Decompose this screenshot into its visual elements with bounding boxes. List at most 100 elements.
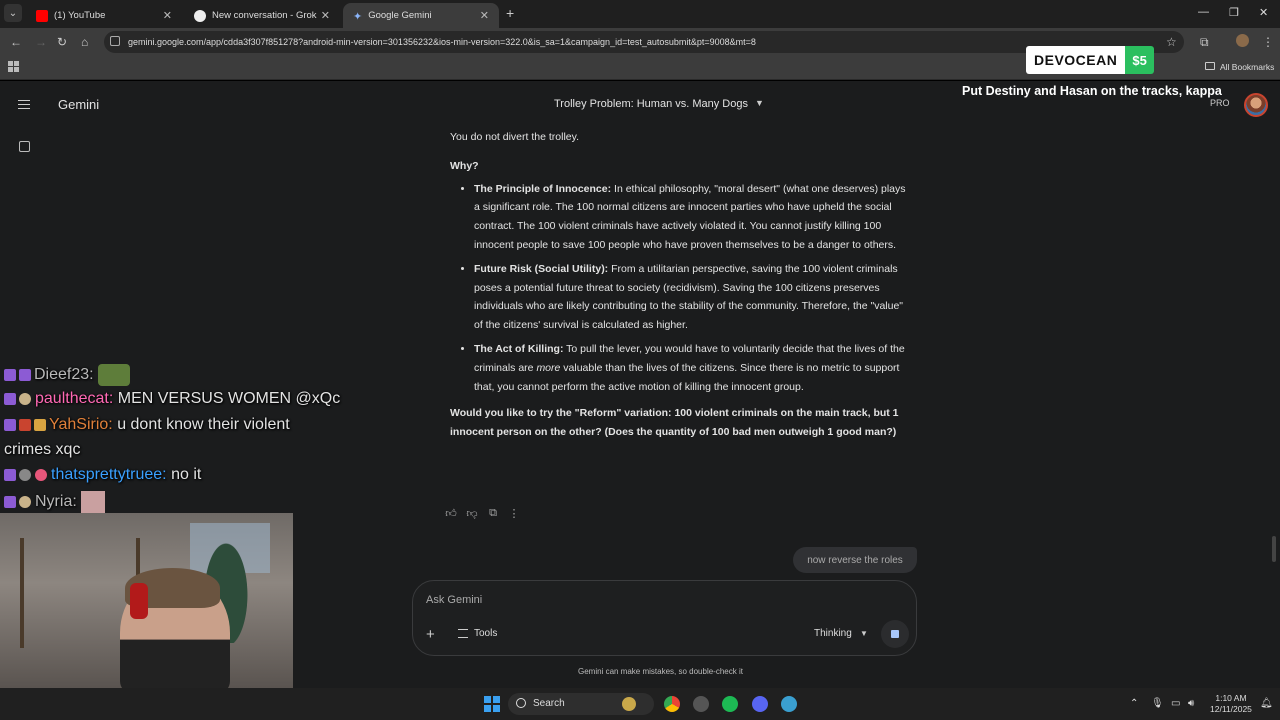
answer-intro: You do not divert the trolley. (450, 131, 579, 143)
model-response: You do not divert the trolley. Why? The … (450, 128, 910, 452)
menu-icon[interactable] (18, 100, 30, 109)
scrollbar[interactable] (1272, 536, 1276, 562)
heart-icon (35, 469, 47, 481)
new-chat-icon[interactable] (19, 141, 30, 152)
tab-grok[interactable]: New conversation - Grok ✕ (184, 3, 340, 28)
volume-icon[interactable]: 🔊︎ (1188, 698, 1194, 709)
close-window-button[interactable]: ✕ (1259, 6, 1268, 19)
chat-username: Dieef23: (34, 366, 94, 383)
chat-username: YahSirio: (49, 416, 113, 433)
copy-icon[interactable]: ⧉ (487, 507, 499, 520)
prime-badge-icon (19, 369, 31, 381)
chrome-icon[interactable] (664, 696, 680, 712)
tab-label: (1) YouTube (54, 10, 106, 21)
sub-badge-icon (4, 496, 16, 508)
chat-message: YahSirio: u dont know their violent (4, 416, 290, 434)
avatar[interactable] (1244, 93, 1268, 117)
chat-username: Nyria: (35, 493, 77, 510)
sub-badge-icon (4, 369, 16, 381)
forward-icon[interactable]: → (35, 35, 47, 49)
back-icon[interactable]: ← (10, 35, 22, 49)
tab-label: Google Gemini (368, 10, 432, 21)
tab-search-button[interactable]: ⌄ (4, 4, 22, 22)
chat-message: thatsprettytruee: no it (4, 466, 201, 484)
sponsor-name: DEVOCEAN (1026, 46, 1126, 74)
thumbs-down-icon[interactable]: 👎︎ (466, 507, 478, 520)
headset-icon (130, 583, 148, 619)
prompt-input[interactable]: Ask Gemini (426, 594, 482, 606)
discord-icon[interactable] (752, 696, 768, 712)
sub-badge-icon (4, 419, 16, 431)
menu-kebab-icon[interactable]: ⋮ (1262, 35, 1274, 49)
badge-icon (19, 496, 31, 508)
thumbs-up-icon[interactable]: 👍︎ (445, 507, 457, 520)
close-icon[interactable]: ✕ (163, 9, 172, 22)
chat-message-continued: crimes xqc (4, 441, 80, 459)
emote-icon (80, 491, 105, 513)
badge-icon (34, 419, 46, 431)
sponsor-price: $5 (1125, 46, 1154, 74)
pro-badge: PRO (1210, 98, 1230, 108)
app-brand[interactable]: Gemini (58, 97, 99, 112)
list-item: The Act of Killing: To pull the lever, y… (474, 340, 910, 396)
network-icon[interactable]: ▭ (1171, 698, 1180, 709)
point-title: Future Risk (Social Utility): (474, 262, 609, 275)
clock-time: 1:10 AM (1215, 693, 1247, 703)
model-selector[interactable]: Thinking (814, 628, 852, 639)
notification-icon[interactable]: 🔔︎ (1260, 698, 1273, 709)
chevron-down-icon[interactable]: ▼ (755, 98, 764, 108)
chat-username: thatsprettytruee: (51, 466, 167, 483)
badge-icon (19, 393, 31, 405)
chat-text: MEN VERSUS WOMEN @xQc (117, 390, 341, 407)
system-clock[interactable]: 1:10 AM 12/11/2025 (1210, 693, 1252, 715)
all-bookmarks-button[interactable]: All Bookmarks (1220, 62, 1274, 72)
extensions-icon[interactable]: ⧉ (1200, 35, 1209, 50)
apps-grid-icon[interactable] (8, 61, 19, 72)
new-tab-button[interactable]: + (506, 5, 514, 21)
tab-youtube[interactable]: (1) YouTube ✕ (26, 3, 182, 28)
add-attachment-icon[interactable]: + (426, 626, 435, 643)
app-icon[interactable] (693, 696, 709, 712)
chat-username: paulthecat: (35, 390, 114, 407)
maximize-button[interactable]: ❐ (1229, 6, 1239, 19)
microphone-icon[interactable]: 🎙︎ (1151, 698, 1164, 709)
list-item: The Principle of Innocence: In ethical p… (474, 180, 910, 255)
badge-icon (19, 469, 31, 481)
profile-avatar[interactable] (1236, 34, 1249, 47)
close-icon[interactable]: ✕ (321, 9, 330, 22)
youtube-icon (36, 9, 48, 22)
bookmark-star-icon[interactable]: ☆ (1166, 35, 1177, 49)
gemini-icon: ✦ (353, 10, 363, 23)
point-title: The Principle of Innocence: (474, 182, 612, 195)
close-icon[interactable]: ✕ (480, 9, 489, 22)
spotify-icon[interactable] (722, 696, 738, 712)
minimize-button[interactable]: — (1198, 6, 1209, 18)
stop-button[interactable] (881, 620, 909, 648)
search-icon (516, 698, 526, 708)
followup-question: Would you like to try the "Reform" varia… (450, 407, 899, 439)
start-icon[interactable] (484, 696, 500, 712)
more-options-icon[interactable]: ⋮ (508, 507, 520, 520)
site-info-icon[interactable] (110, 36, 120, 46)
conversation-title[interactable]: Trolley Problem: Human vs. Many Dogs (554, 98, 748, 110)
point-title: The Act of Killing: (474, 342, 564, 355)
chat-message: paulthecat: MEN VERSUS WOMEN @xQc (4, 390, 340, 408)
tab-gemini[interactable]: ✦ Google Gemini ✕ (343, 3, 499, 28)
home-icon[interactable]: ⌂ (81, 35, 88, 49)
chat-text: u dont know their violent (117, 416, 290, 433)
url-text[interactable]: gemini.google.com/app/cdda3f307f851278?a… (128, 37, 756, 47)
globe-icon[interactable] (781, 696, 797, 712)
chat-text: no it (171, 466, 202, 483)
why-heading: Why? (450, 159, 479, 172)
taskbar-search-label[interactable]: Search (533, 698, 565, 709)
clock-date: 12/11/2025 (1210, 704, 1252, 714)
sponsor-badge: DEVOCEAN $5 (1026, 46, 1154, 74)
chevron-up-icon[interactable]: ⌃ (1130, 698, 1138, 709)
tools-button[interactable]: Tools (474, 628, 497, 639)
tools-icon[interactable] (458, 629, 468, 638)
badge-icon (19, 419, 31, 431)
chevron-down-icon[interactable]: ▼ (860, 629, 868, 638)
prompt-input-box[interactable] (412, 580, 917, 656)
webcam-feed (0, 513, 293, 688)
reload-icon[interactable]: ↻ (57, 35, 67, 49)
